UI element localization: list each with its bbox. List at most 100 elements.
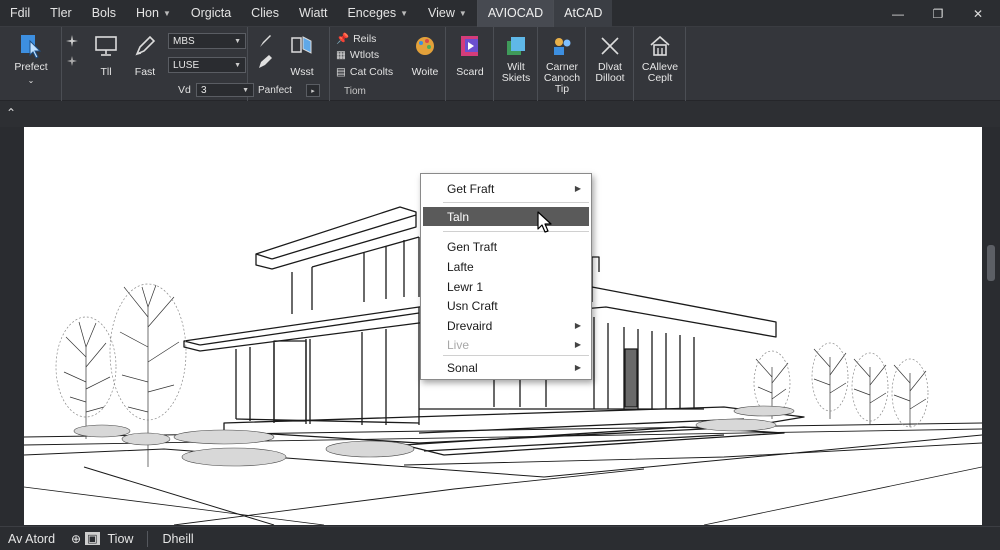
view-status[interactable]: ⊕ ▣ Tiow (63, 527, 141, 550)
tab-aviocad[interactable]: AVIOCAD (476, 0, 554, 27)
menu-fdil[interactable]: Fdil (0, 0, 40, 27)
menu-tler[interactable]: Tler (40, 0, 82, 27)
context-item-lewr-1[interactable]: Lewr 1 (423, 277, 589, 296)
context-item-taln[interactable]: Taln (423, 207, 589, 226)
context-item-drevaird[interactable]: Drevaird ▶ (423, 316, 589, 335)
wsst-label: Wsst (290, 66, 314, 78)
context-item-lafte[interactable]: Lafte (423, 257, 589, 276)
viewport-menu-icon[interactable]: ⌃ (6, 106, 16, 120)
wilt-skiets-button[interactable]: Wilt Skiets (496, 33, 536, 84)
palette-icon (416, 37, 434, 55)
sheets-icon (507, 37, 525, 55)
scard-button[interactable]: Scard (450, 33, 490, 78)
prefect-button[interactable]: Prefect ⌄ (8, 33, 54, 86)
menu-label: Tler (50, 6, 72, 20)
wtlots-row[interactable]: ▦ Wtlots (336, 49, 379, 61)
menu-hon[interactable]: Hon ▼ (126, 0, 181, 27)
catcolts-row[interactable]: ▤ Cat Colts (336, 66, 393, 78)
context-item-label: Drevaird (447, 318, 493, 333)
brush-icon[interactable] (256, 32, 274, 50)
tll-button[interactable]: Tll (88, 33, 124, 78)
layer-tool-icon (291, 36, 312, 54)
linetype-dropdown[interactable]: MBS ▼ (168, 33, 246, 49)
context-item-label: Usn Craft (447, 298, 498, 313)
menu-wiatt[interactable]: Wiatt (289, 0, 337, 27)
document-icon (461, 36, 478, 56)
context-item-label: Lafte (447, 259, 474, 274)
dropdown-value: MBS (173, 35, 195, 47)
ribbon-group-draw: Tll Fast MBS ▼ LUSE ▼ Vd 3 ▼ (82, 27, 254, 101)
scrollbar-thumb[interactable] (987, 245, 995, 281)
menu-bols[interactable]: Bols (82, 0, 126, 27)
model-label: Av Atord (8, 531, 56, 546)
reils-row[interactable]: 📌 Reils (336, 32, 377, 46)
dlvat-dilloot-button[interactable]: Dlvat Dilloot (590, 33, 630, 84)
tiom-caption: Tiom (344, 86, 366, 97)
ribbon-group-wilt: Wilt Skiets (494, 27, 538, 101)
menu-label: Orgicta (190, 6, 232, 20)
view-label: Tiow (107, 531, 134, 546)
reils-label: Reils (353, 32, 377, 45)
close-button[interactable]: ✕ (958, 0, 998, 27)
restore-button[interactable]: ❐ (918, 0, 958, 27)
menu-label: Hon (136, 6, 159, 20)
menu-label: Bols (91, 6, 117, 20)
wsst-button[interactable]: Wsst (280, 33, 324, 78)
pencil-icon[interactable] (256, 53, 274, 71)
context-item-gen-traft[interactable]: Gen Traft (423, 237, 589, 256)
menu-bar: Fdil Tler Bols Hon ▼ Orgicta Clies Wiatt … (0, 0, 1000, 27)
chevron-down-icon: ▼ (400, 8, 409, 18)
menu-label: Enceges (347, 6, 397, 20)
fast-button[interactable]: Fast (128, 33, 162, 78)
globe-icon: ⊕ (71, 531, 82, 546)
model-status[interactable]: Av Atord (0, 527, 63, 550)
dilloot-label: Dilloot (595, 72, 625, 84)
select-arrow-icon (21, 35, 42, 59)
layout-icon: ▤ (336, 66, 346, 78)
context-item-usn-craft[interactable]: Usn Craft (423, 296, 589, 315)
vertical-scrollbar[interactable] (984, 127, 998, 525)
window-icon: ▣ (85, 532, 100, 545)
lineweight-dropdown[interactable]: LUSE ▼ (168, 57, 246, 73)
chevron-down-icon: ▸ (311, 87, 315, 95)
dheill-status[interactable]: Dheill (154, 527, 201, 550)
context-item-label: Gen Traft (447, 239, 498, 254)
carner-canoch-tip-button[interactable]: Carner Canoch Tip (542, 33, 582, 95)
context-item-sonal[interactable]: Sonal ▶ (423, 358, 589, 377)
menu-label: Fdil (10, 6, 31, 20)
menu-enceges[interactable]: Enceges ▼ (337, 0, 418, 27)
close-icon: ✕ (972, 6, 984, 21)
dheill-label: Dheill (162, 531, 194, 546)
dropdown-value: LUSE (173, 59, 200, 71)
context-item-label: Live (447, 337, 470, 352)
tab-label: AVIOCAD (487, 6, 544, 20)
menu-separator (443, 355, 589, 356)
sparkle-icon[interactable] (64, 33, 80, 49)
restore-icon: ❐ (932, 6, 944, 21)
minimize-icon: — (892, 6, 904, 21)
vd-dropdown[interactable]: 3 ▼ (196, 83, 254, 97)
calleve-ceplt-button[interactable]: CAlleve Ceplt (638, 33, 682, 84)
woite-button[interactable]: Woite (406, 33, 444, 78)
vd-label: Vd (178, 84, 191, 96)
star-icon[interactable] (64, 53, 80, 69)
ribbon-group-prefect: Prefect ⌄ (0, 27, 78, 101)
measure-icon (601, 37, 619, 55)
mouse-cursor-icon (537, 211, 552, 233)
ribbon-group-scard: Scard (446, 27, 494, 101)
chevron-right-icon: ▶ (574, 363, 581, 372)
minimize-button[interactable]: — (878, 0, 918, 27)
context-item-label: Get Fraft (447, 181, 495, 196)
panfect-expand-button[interactable]: ▸ (306, 84, 320, 97)
tab-atcad[interactable]: AtCAD (553, 0, 613, 27)
menu-orgicta[interactable]: Orgicta (181, 0, 241, 27)
ribbon-group-modify: Wsst Panfect ▸ (248, 27, 330, 101)
status-bar: Av Atord ⊕ ▣ Tiow Dheill (0, 526, 1000, 550)
menu-clies[interactable]: Clies (241, 0, 289, 27)
menu-view[interactable]: View ▼ (418, 0, 477, 27)
context-item-get-fraft[interactable]: Get Fraft ▶ (423, 179, 589, 198)
chevron-down-icon: ▼ (234, 61, 241, 69)
menu-separator (443, 231, 589, 232)
catcolts-label: Cat Colts (349, 66, 394, 78)
users-icon (554, 38, 571, 55)
